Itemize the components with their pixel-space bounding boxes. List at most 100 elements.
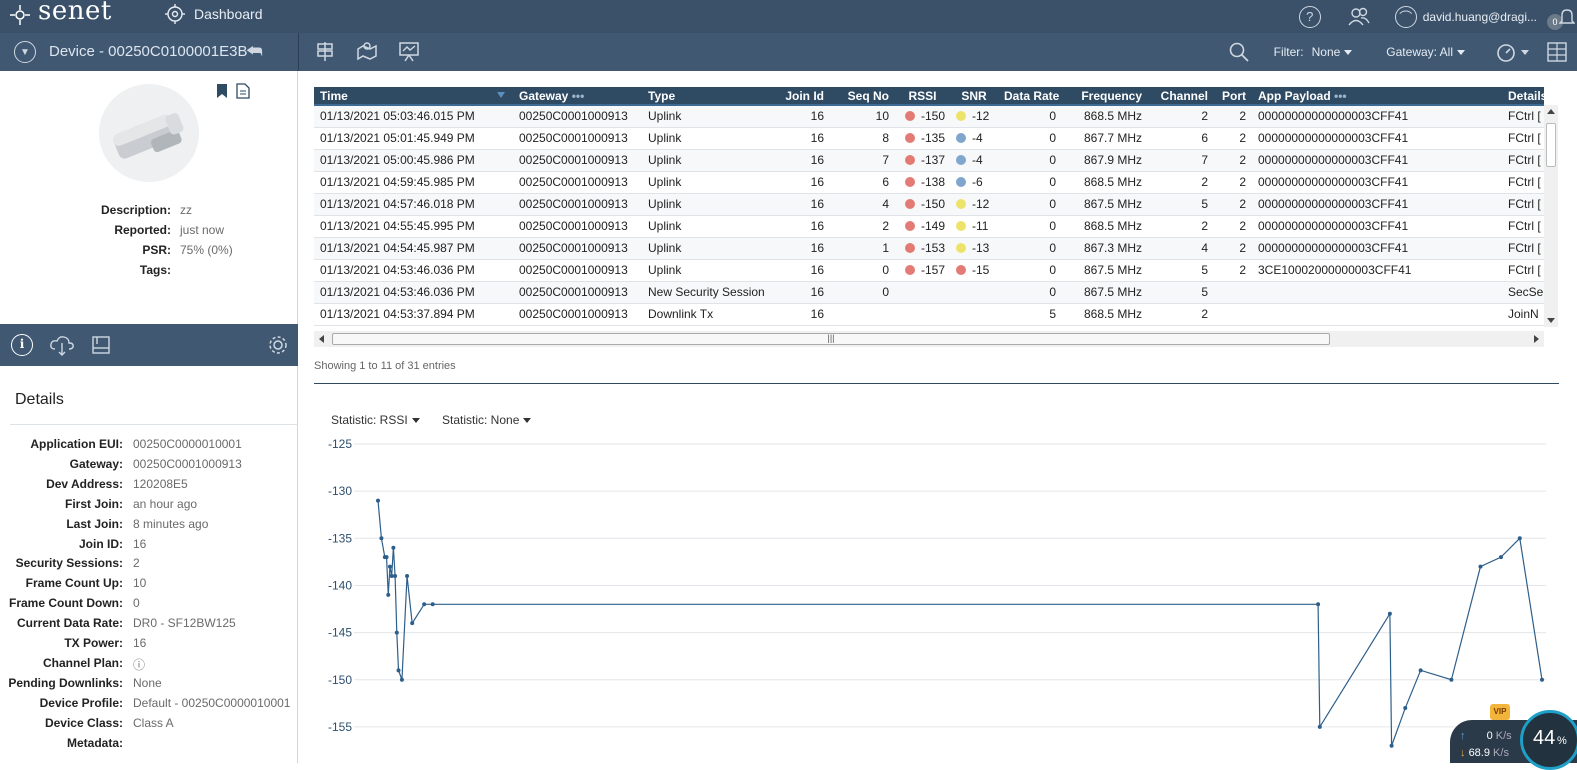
search-icon[interactable] <box>1228 41 1250 63</box>
column-header-seq-no[interactable]: Seq No <box>830 87 895 106</box>
more-dots-icon[interactable]: ••• <box>1334 89 1347 103</box>
more-dots-icon[interactable]: ••• <box>572 89 585 103</box>
table-row[interactable]: 01/13/2021 04:55:45.995 PM 00250C00010009… <box>314 215 1544 238</box>
cell-snr <box>950 303 998 326</box>
rssi-data-point[interactable] <box>422 602 427 607</box>
document-icon[interactable] <box>236 83 250 99</box>
column-header-rssi[interactable]: RSSI <box>895 87 950 106</box>
rssi-data-point[interactable] <box>1316 602 1321 607</box>
rssi-data-point[interactable] <box>1403 706 1408 711</box>
table-header-row: Time Gateway ••• Type Join Id Seq No RSS… <box>314 87 1544 106</box>
detail-value: 10 <box>133 576 147 591</box>
rssi-data-point[interactable] <box>1389 743 1394 748</box>
cell-rssi: -138 <box>895 171 950 194</box>
presentation-chart-icon[interactable] <box>398 40 420 62</box>
rssi-data-point[interactable] <box>384 555 389 560</box>
table-row[interactable]: 01/13/2021 04:53:46.036 PM 00250C00010009… <box>314 259 1544 282</box>
info-tab-icon[interactable]: i <box>11 334 33 356</box>
table-vertical-scrollbar[interactable] <box>1544 105 1558 327</box>
rssi-data-point[interactable] <box>393 574 398 579</box>
map-icon[interactable] <box>356 40 378 62</box>
rssi-data-point[interactable] <box>1317 724 1322 729</box>
gear-icon[interactable] <box>267 334 289 356</box>
statistic-secondary-dropdown[interactable]: Statistic: None <box>442 413 532 427</box>
column-header-type[interactable]: Type <box>642 87 778 106</box>
column-header-join-id[interactable]: Join Id <box>778 87 830 106</box>
back-arrow-icon[interactable]: ⮪ <box>246 41 263 62</box>
bookmark-icon[interactable] <box>216 83 228 99</box>
rssi-data-point[interactable] <box>1540 677 1544 682</box>
cell-rssi: -149 <box>895 215 950 238</box>
details-heading: Details <box>15 391 64 408</box>
info-icon[interactable]: ⓘ <box>133 656 145 673</box>
scroll-right-arrow-icon[interactable] <box>1534 335 1539 343</box>
rssi-data-point[interactable] <box>376 498 380 503</box>
scroll-left-arrow-icon[interactable] <box>319 335 324 343</box>
timer-caret-icon[interactable] <box>1521 49 1529 55</box>
dashboard-link[interactable]: Dashboard <box>164 3 263 25</box>
table-row[interactable]: 01/13/2021 05:01:45.949 PM 00250C00010009… <box>314 127 1544 150</box>
cell-snr <box>950 281 998 304</box>
rssi-data-point[interactable] <box>379 536 384 541</box>
rssi-data-point[interactable] <box>1498 555 1503 560</box>
rssi-data-point[interactable] <box>1449 677 1454 682</box>
vertical-scroll-thumb[interactable] <box>1546 123 1556 167</box>
column-header-snr[interactable]: SNR <box>950 87 998 106</box>
column-header-channel[interactable]: Channel <box>1148 87 1214 106</box>
gateway-dropdown[interactable]: Gateway: All <box>1386 45 1465 59</box>
table-row[interactable]: 01/13/2021 04:57:46.018 PM 00250C00010009… <box>314 193 1544 216</box>
brand-logo[interactable]: senet <box>10 0 112 30</box>
rssi-data-point[interactable] <box>1418 668 1423 673</box>
user-avatar-icon[interactable]: ⌒ <box>1394 5 1417 28</box>
scroll-up-arrow-icon[interactable] <box>1547 109 1555 114</box>
timer-icon[interactable] <box>1495 41 1517 63</box>
user-name[interactable]: david.huang@dragi... <box>1423 10 1537 24</box>
column-header-details[interactable]: Details <box>1502 87 1544 106</box>
table-horizontal-scrollbar[interactable]: ||| <box>314 331 1544 347</box>
table-row[interactable]: 01/13/2021 04:53:46.036 PM 00250C00010009… <box>314 281 1544 304</box>
cell-app-payload <box>1252 303 1502 326</box>
cell-port: 2 <box>1214 105 1252 128</box>
book-icon[interactable] <box>91 335 111 355</box>
users-icon[interactable] <box>1347 6 1371 28</box>
cell-snr-value: -11 <box>972 219 989 233</box>
rssi-data-point[interactable] <box>430 602 435 607</box>
rssi-data-point[interactable] <box>405 574 410 579</box>
rssi-data-point[interactable] <box>1478 564 1483 569</box>
column-header-frequency[interactable]: Frequency <box>1062 87 1148 106</box>
status-dot-icon <box>905 243 915 253</box>
column-header-time[interactable]: Time <box>314 87 513 106</box>
rssi-data-point[interactable] <box>410 621 415 626</box>
table-row[interactable]: 01/13/2021 04:54:45.987 PM 00250C00010009… <box>314 237 1544 260</box>
rssi-data-point[interactable] <box>386 592 391 597</box>
status-dot-icon <box>905 111 915 122</box>
collapse-chevron-icon[interactable]: ▼ <box>14 41 36 63</box>
horizontal-scroll-thumb[interactable]: ||| <box>332 333 1330 345</box>
table-row[interactable]: 01/13/2021 04:53:37.894 PM 00250C00010009… <box>314 303 1544 326</box>
rssi-data-point[interactable] <box>394 630 399 635</box>
column-header-data-rate[interactable]: Data Rate <box>998 87 1062 106</box>
rssi-data-point[interactable] <box>1517 536 1522 541</box>
rssi-data-point[interactable] <box>1387 611 1392 616</box>
table-row[interactable]: 01/13/2021 05:03:46.015 PM 00250C00010009… <box>314 105 1544 128</box>
table-row[interactable]: 01/13/2021 05:00:45.986 PM 00250C00010009… <box>314 149 1544 172</box>
download-arrow-icon: ↓ <box>1460 747 1466 759</box>
filter-dropdown[interactable]: None <box>1312 45 1353 59</box>
rssi-data-point[interactable] <box>389 574 394 579</box>
rssi-data-point[interactable] <box>396 668 401 673</box>
cloud-download-icon[interactable] <box>49 334 75 356</box>
scroll-down-arrow-icon[interactable] <box>1547 318 1555 323</box>
column-header-port[interactable]: Port <box>1214 87 1252 106</box>
column-header-app-payload[interactable]: App Payload ••• <box>1252 87 1502 106</box>
rssi-data-point[interactable] <box>399 677 404 682</box>
rssi-data-point[interactable] <box>391 545 396 550</box>
help-icon[interactable]: ? <box>1298 5 1321 28</box>
signpost-icon[interactable] <box>314 40 336 62</box>
detail-label: Pending Downlinks: <box>8 675 123 690</box>
rssi-data-point[interactable] <box>387 564 392 569</box>
column-header-gateway[interactable]: Gateway ••• <box>513 87 642 106</box>
bell-icon[interactable] <box>1559 7 1575 27</box>
table-row[interactable]: 01/13/2021 04:59:45.985 PM 00250C00010009… <box>314 171 1544 194</box>
columns-table-icon[interactable] <box>1547 42 1567 62</box>
statistic-primary-dropdown[interactable]: Statistic: RSSI <box>331 413 420 427</box>
